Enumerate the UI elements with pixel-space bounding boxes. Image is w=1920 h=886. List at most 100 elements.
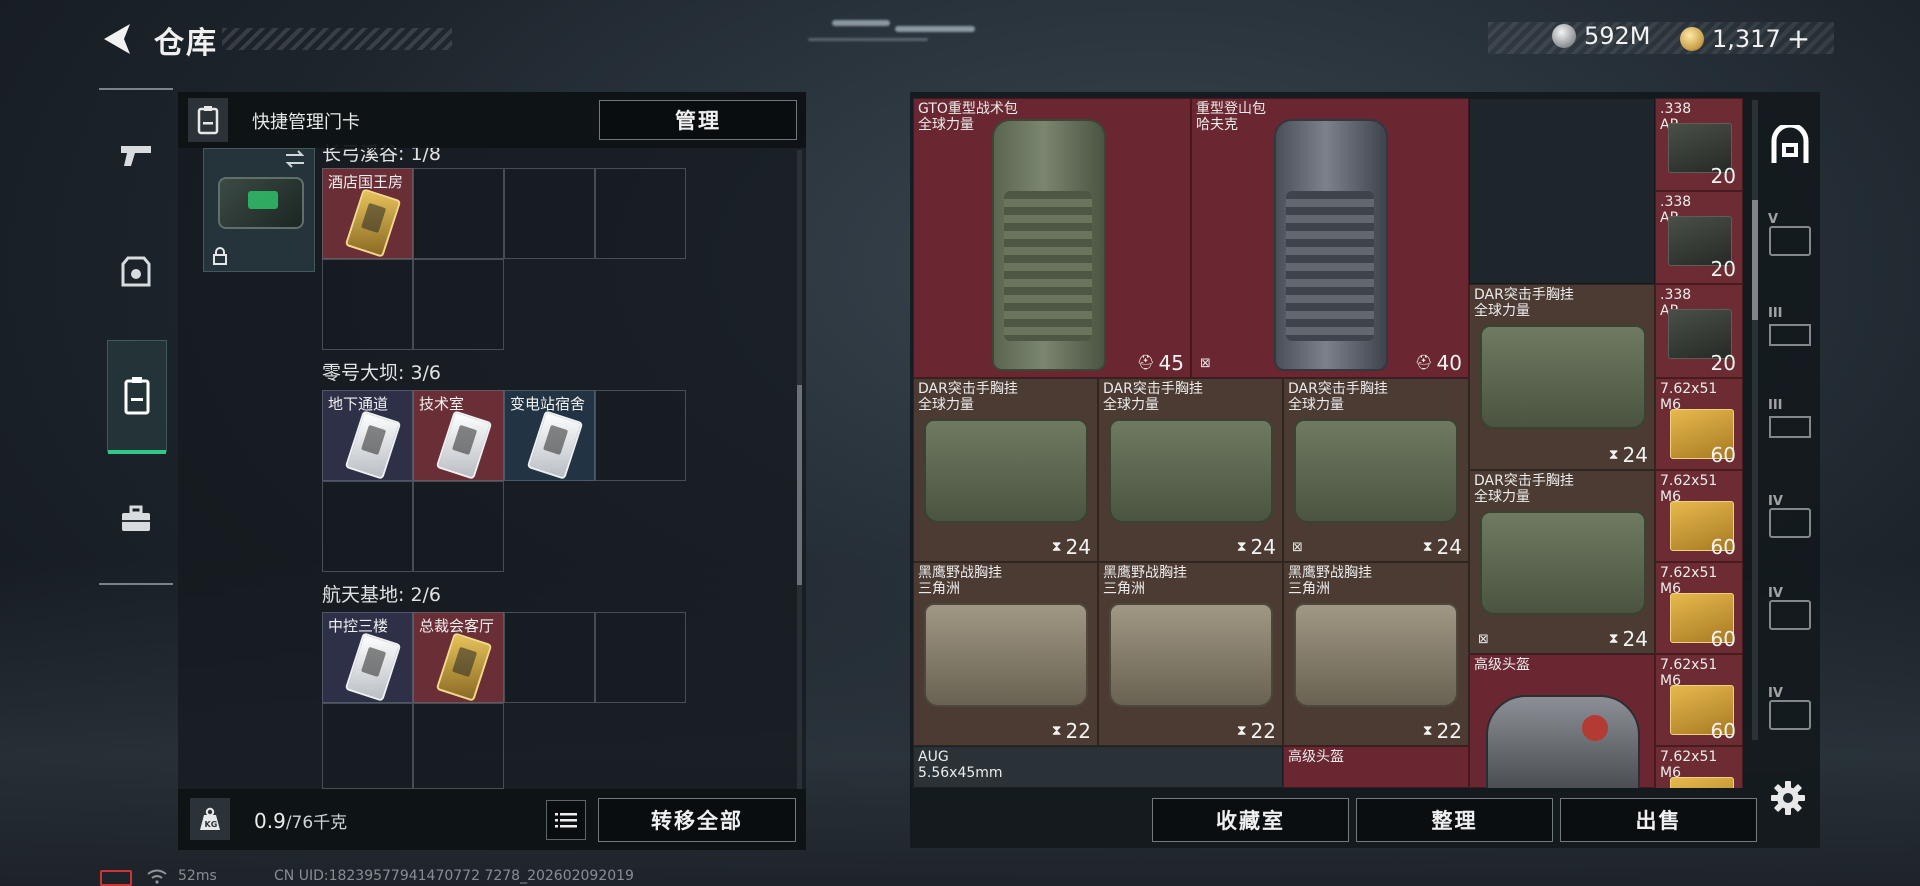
inventory-item[interactable]: DAR突击手胸挂 全球力量 ⊠ ⧗ 24 [1283,378,1469,562]
inventory-item[interactable]: 黑鹰野战胸挂 三角洲 ⧗ 22 [1098,562,1283,746]
page-title: 仓库 [154,26,218,61]
tier-label: IV [1768,494,1783,509]
inventory-item[interactable]: 黑鹰野战胸挂 三角洲 ⧗ 22 [913,562,1098,746]
warehouse-scrollbar-thumb[interactable] [1752,200,1758,320]
empty-slot[interactable] [413,168,504,259]
no-drop-icon: ⊠ [1200,356,1211,371]
keycard-slot[interactable]: 中控三楼 [322,612,413,703]
inventory-item[interactable]: 黑鹰野战胸挂 三角洲 ⧗ 22 [1283,562,1469,746]
no-drop-icon: ⊠ [1292,540,1303,555]
battery-icon [100,870,132,886]
chest-rig-image [1109,603,1273,707]
backpack-image [1274,119,1388,371]
nav-supplies[interactable] [107,490,165,548]
chest-rig-image [1294,419,1458,523]
empty-slot[interactable] [504,612,595,703]
ammo-item[interactable]: 7.62x51 M6 [1655,746,1743,788]
keycard-slot[interactable]: 地下通道 [322,390,413,481]
weight-value: 0.9 [254,809,286,833]
inventory-item[interactable]: 高级头盔 [1283,746,1469,788]
filter-tier[interactable]: IV [1764,488,1816,558]
item-name: 重型登山包 哈夫克 [1196,101,1266,133]
sort-button[interactable]: 整理 [1356,798,1553,842]
ammo-item[interactable]: .338AP 20 [1655,284,1743,378]
ammo-item[interactable]: 7.62x51 M6 60 [1655,654,1743,746]
keycard-image [526,410,584,480]
filter-tier[interactable]: IV [1764,680,1816,750]
empty-slot[interactable] [322,259,413,350]
empty-slot[interactable] [504,168,595,259]
empty-slot[interactable] [413,481,504,572]
item-count: 60 [1710,719,1736,743]
empty-slot[interactable] [413,703,504,789]
empty-slot[interactable] [322,481,413,572]
empty-cell[interactable] [1469,98,1655,284]
item-name: AUG 5.56x45mm [918,749,1003,781]
collection-room-button[interactable]: 收藏室 [1152,798,1349,842]
empty-slot[interactable] [322,703,413,789]
keycard-slot[interactable]: 技术室 [413,390,504,481]
map-label-zero-dam: 零号大坝: 3/6 [322,362,442,384]
uid-text: CN UID:18239577941470772 7278_2026020920… [274,868,634,884]
chest-rig-image [924,419,1088,523]
tier-filter-icon [1769,508,1811,538]
inventory-item[interactable]: DAR突击手胸挂 全球力量 ⧗ 24 [1469,284,1655,470]
keycard-slot[interactable]: 总裁会客厅 [413,612,504,703]
tier-filter-icon [1769,324,1811,346]
list-icon [555,813,577,828]
warehouse-scrollbar[interactable] [1752,100,1758,740]
empty-slot[interactable] [595,612,686,703]
item-count: 60 [1710,443,1736,467]
weight-capacity: /76千克 [285,813,348,833]
inventory-item[interactable]: DAR突击手胸挂 全球力量 ⧗ 24 [1098,378,1283,562]
keycard-image [435,410,493,480]
keycard-slot[interactable]: 酒店国王房 [322,168,413,259]
item-name: DAR突击手胸挂 全球力量 [1474,473,1574,505]
inventory-item[interactable]: DAR突击手胸挂 全球力量 ⧗ 24 [913,378,1098,562]
settings-gear-icon[interactable] [1770,780,1806,816]
tier-filter-icon [1769,600,1811,630]
list-view-button[interactable] [546,800,586,840]
inventory-item[interactable]: GTO重型战术包 全球力量 ⛑ 45 [913,98,1191,378]
ammo-item[interactable]: .338AP 20 [1655,98,1743,191]
transfer-all-button[interactable]: 转移全部 [598,798,796,842]
filter-tier[interactable]: III [1764,300,1816,370]
nav-keycards[interactable] [107,340,167,454]
sort-icon[interactable] [284,148,306,172]
keycard-name: 地下通道 [328,395,389,413]
inventory-item[interactable]: AUG 5.56x45mm [913,746,1283,788]
ammo-item[interactable]: 7.62x51 M6 60 [1655,562,1743,654]
filter-tier[interactable]: V [1764,206,1816,276]
filter-all[interactable] [1764,110,1816,180]
inventory-item[interactable]: 重型登山包 哈夫克 ⊠ ⛑ 40 [1191,98,1469,378]
sell-button[interactable]: 出售 [1560,798,1757,842]
silver-amount: 592M [1584,22,1651,50]
tier-label: IV [1768,686,1783,701]
gold-currency: 1,317 + [1680,22,1810,55]
empty-slot[interactable] [595,168,686,259]
svg-text:KG: KG [205,820,218,829]
nav-armor[interactable] [107,244,165,302]
item-name: 高级头盔 [1288,749,1344,765]
manage-button[interactable]: 管理 [599,100,797,140]
weight-readout: 0.9/76千克 [254,808,347,833]
ammo-item[interactable]: .338AP 20 [1655,191,1743,284]
ceiling-light [832,20,890,26]
add-currency-button[interactable]: + [1787,22,1810,55]
filter-tier[interactable]: IV [1764,580,1816,650]
vest-icon [121,256,151,287]
empty-slot[interactable] [595,390,686,481]
back-arrow-icon[interactable] [98,20,134,58]
inventory-item[interactable]: 高级头盔 [1469,654,1655,788]
ammo-item[interactable]: 7.62x51 M6 60 [1655,378,1743,470]
inventory-item[interactable]: DAR突击手胸挂 全球力量 ⊠ ⧗ 24 [1469,470,1655,654]
item-count: ⧗ 22 [1236,719,1276,743]
item-name: 黑鹰野战胸挂 三角洲 [918,565,1002,597]
empty-slot[interactable] [413,259,504,350]
nav-weapons[interactable] [107,126,165,184]
filter-tier[interactable]: III [1764,392,1816,462]
ammo-item[interactable]: 7.62x51 M6 60 [1655,470,1743,562]
keycard-slot[interactable]: 变电站宿舍 [504,390,595,481]
keycard-scrollbar-thumb[interactable] [797,385,802,585]
item-name: DAR突击手胸挂 全球力量 [918,381,1018,413]
